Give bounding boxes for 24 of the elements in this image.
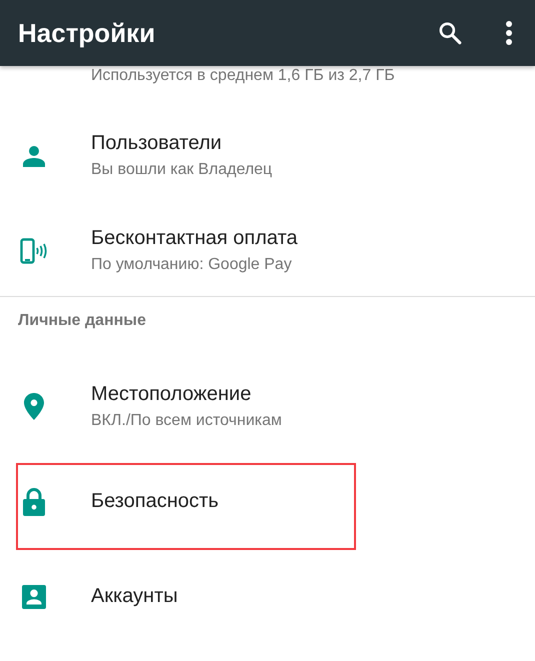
item-subtitle: ВКЛ./По всем источникам <box>91 412 282 430</box>
settings-item[interactable]: Пользователи Вы вошли как Владелец <box>0 108 535 203</box>
search-icon[interactable] <box>437 20 463 46</box>
settings-item[interactable]: Безопасность <box>0 454 535 549</box>
settings-item[interactable]: Используется в среднем 1,6 ГБ из 2,7 ГБ <box>0 66 535 108</box>
settings-item[interactable]: Местоположение ВКЛ./По всем источникам <box>0 359 535 454</box>
more-options-icon[interactable] <box>505 20 513 46</box>
item-title: Пользователи <box>91 132 223 155</box>
lock-icon <box>22 488 44 516</box>
settings-item[interactable]: Бесконтактная оплата По умолчанию: Google Pay <box>0 203 535 298</box>
item-title: Местоположение <box>91 383 252 406</box>
location-pin-icon <box>24 393 44 420</box>
item-title: Аккаунты <box>91 585 178 608</box>
screen-title: Настройки <box>18 18 156 48</box>
phone-waves-icon <box>20 238 48 264</box>
account-box-icon <box>22 584 46 608</box>
item-title: Бесконтактная оплата <box>91 227 298 250</box>
item-subtitle: По умолчанию: Google Pay <box>91 256 293 274</box>
person-icon <box>22 144 44 166</box>
item-title: Безопасность <box>91 490 219 513</box>
settings-item[interactable]: Аккаунты <box>0 549 535 644</box>
item-subtitle: Вы вошли как Владелец <box>91 161 272 179</box>
section-header: Личные данные <box>18 312 146 330</box>
item-subtitle: Используется в среднем 1,6 ГБ из 2,7 ГБ <box>91 67 395 85</box>
